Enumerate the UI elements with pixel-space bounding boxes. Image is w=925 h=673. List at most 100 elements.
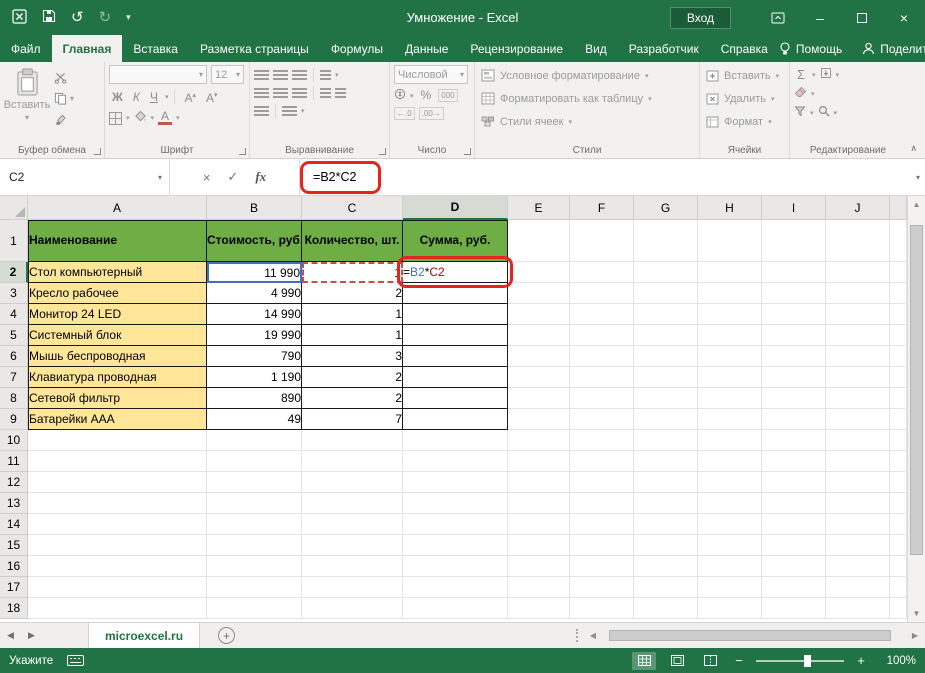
cell-B2[interactable]: 11 990	[207, 262, 302, 283]
percent-style-button[interactable]: %	[418, 88, 435, 103]
cell-D7[interactable]	[403, 367, 508, 388]
row-header-8[interactable]: 8	[0, 388, 28, 409]
cell-J12[interactable]	[826, 472, 890, 493]
cell-E14[interactable]	[508, 514, 570, 535]
cell-J2[interactable]	[826, 262, 890, 283]
cell-D1[interactable]: Сумма, руб.	[403, 220, 508, 262]
cell-B8[interactable]: 890	[207, 388, 302, 409]
comma-style-button[interactable]: 000	[438, 89, 457, 102]
cell-G3[interactable]	[634, 283, 698, 304]
accessibility-keyboard-icon[interactable]	[67, 655, 84, 666]
number-dialog-launcher-icon[interactable]	[464, 148, 471, 155]
sort-filter-button[interactable]	[794, 105, 806, 120]
row-header-10[interactable]: 10	[0, 430, 28, 451]
tab-Рецензирование[interactable]: Рецензирование	[459, 35, 574, 62]
cell-D2[interactable]: =B2*C2	[403, 262, 508, 283]
cell-I10[interactable]	[762, 430, 826, 451]
scroll-left-arrow[interactable]: ◀	[585, 631, 601, 640]
cell-C14[interactable]	[302, 514, 403, 535]
fill-color-button[interactable]	[134, 110, 147, 126]
horizontal-scroll-thumb[interactable]	[609, 630, 891, 641]
cell-F12[interactable]	[570, 472, 634, 493]
increase-indent-icon[interactable]	[335, 88, 346, 99]
cell-E17[interactable]	[508, 577, 570, 598]
cell-H7[interactable]	[698, 367, 762, 388]
cell-I8[interactable]	[762, 388, 826, 409]
cell-H1[interactable]	[698, 220, 762, 262]
cell-H11[interactable]	[698, 451, 762, 472]
column-header-C[interactable]: C	[302, 196, 403, 220]
row-header-12[interactable]: 12	[0, 472, 28, 493]
cell-E18[interactable]	[508, 598, 570, 619]
scroll-down-arrow[interactable]: ▼	[908, 605, 925, 622]
cell-G13[interactable]	[634, 493, 698, 514]
row-header-11[interactable]: 11	[0, 451, 28, 472]
column-header-D[interactable]: D	[403, 196, 508, 220]
cell-D18[interactable]	[403, 598, 508, 619]
row-header-3[interactable]: 3	[0, 283, 28, 304]
sheet-nav-left-icon[interactable]: ◀	[0, 623, 21, 648]
scroll-right-arrow[interactable]: ▶	[907, 631, 923, 640]
cell-C10[interactable]	[302, 430, 403, 451]
cell-F15[interactable]	[570, 535, 634, 556]
cell-D10[interactable]	[403, 430, 508, 451]
fill-button[interactable]	[820, 67, 832, 82]
cell-H18[interactable]	[698, 598, 762, 619]
sheet-nav-right-icon[interactable]: ▶	[21, 623, 42, 648]
tab-Вид[interactable]: Вид	[574, 35, 618, 62]
cell-F3[interactable]	[570, 283, 634, 304]
cell-E13[interactable]	[508, 493, 570, 514]
cell-C13[interactable]	[302, 493, 403, 514]
cell-G6[interactable]	[634, 346, 698, 367]
font-dialog-launcher-icon[interactable]	[239, 148, 246, 155]
cell-J11[interactable]	[826, 451, 890, 472]
decrease-indent-icon[interactable]	[320, 88, 331, 99]
cell-I16[interactable]	[762, 556, 826, 577]
cell-H2[interactable]	[698, 262, 762, 283]
cell-I1[interactable]	[762, 220, 826, 262]
align-bottom-icon[interactable]	[292, 70, 307, 81]
orientation-icon[interactable]	[320, 70, 331, 81]
cell-J10[interactable]	[826, 430, 890, 451]
cell-G7[interactable]	[634, 367, 698, 388]
formula-input[interactable]: =B2*C2	[300, 159, 925, 195]
cell-J13[interactable]	[826, 493, 890, 514]
cell-A8[interactable]: Сетевой фильтр	[28, 388, 207, 409]
cell-F10[interactable]	[570, 430, 634, 451]
row-header-15[interactable]: 15	[0, 535, 28, 556]
column-header-H[interactable]: H	[698, 196, 762, 220]
cell-D5[interactable]	[403, 325, 508, 346]
cell-A16[interactable]	[28, 556, 207, 577]
cell-G15[interactable]	[634, 535, 698, 556]
cell-H3[interactable]	[698, 283, 762, 304]
cell-I3[interactable]	[762, 283, 826, 304]
cell-E6[interactable]	[508, 346, 570, 367]
cell-A14[interactable]	[28, 514, 207, 535]
horizontal-scrollbar[interactable]: ◀ ▶	[585, 623, 925, 648]
close-button[interactable]: ×	[883, 0, 925, 35]
cell-F6[interactable]	[570, 346, 634, 367]
autosum-button[interactable]: Σ	[794, 67, 808, 82]
vertical-scroll-thumb[interactable]	[910, 225, 923, 555]
cell-C7[interactable]: 2	[302, 367, 403, 388]
cell-E4[interactable]	[508, 304, 570, 325]
row-header-17[interactable]: 17	[0, 577, 28, 598]
cell-A3[interactable]: Кресло рабочее	[28, 283, 207, 304]
italic-button[interactable]: К	[130, 90, 143, 105]
grow-font-button[interactable]: А▴	[181, 88, 199, 106]
cell-B13[interactable]	[207, 493, 302, 514]
cell-D14[interactable]	[403, 514, 508, 535]
cell-H16[interactable]	[698, 556, 762, 577]
cell-E12[interactable]	[508, 472, 570, 493]
format-painter-button[interactable]	[54, 111, 74, 127]
enter-entry-button[interactable]: ✓	[227, 169, 238, 185]
column-header-I[interactable]: I	[762, 196, 826, 220]
cell-B12[interactable]	[207, 472, 302, 493]
cell-C4[interactable]: 1	[302, 304, 403, 325]
cell-F16[interactable]	[570, 556, 634, 577]
merge-center-icon[interactable]	[282, 106, 297, 117]
tab-Разметка страницы[interactable]: Разметка страницы	[189, 35, 320, 62]
cell-D9[interactable]	[403, 409, 508, 430]
zoom-level[interactable]: 100%	[878, 655, 916, 667]
cell-H17[interactable]	[698, 577, 762, 598]
